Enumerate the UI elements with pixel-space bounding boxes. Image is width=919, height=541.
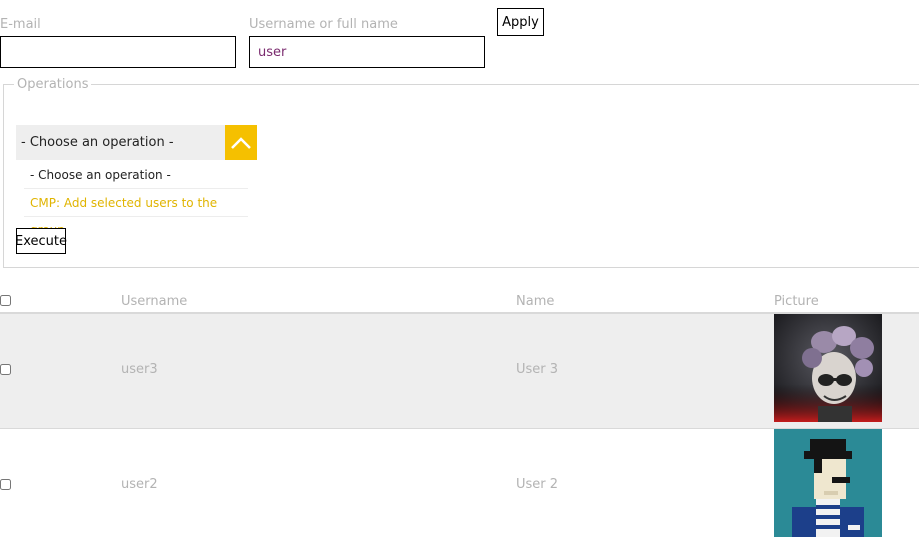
avatar-pixel-person-icon bbox=[774, 429, 882, 537]
row-username[interactable]: user2 bbox=[121, 477, 158, 492]
apply-button[interactable]: Apply bbox=[497, 8, 544, 36]
row-checkbox[interactable] bbox=[0, 479, 11, 490]
row-name: User 2 bbox=[516, 477, 559, 492]
username-field[interactable] bbox=[249, 36, 485, 68]
username-label: Username or full name bbox=[249, 17, 398, 32]
operations-legend: Operations bbox=[14, 77, 92, 93]
select-all-checkbox[interactable] bbox=[0, 295, 11, 306]
column-header-username[interactable]: Username bbox=[121, 294, 187, 309]
table-row[interactable]: user3 User 3 bbox=[0, 314, 919, 429]
chevron-up-icon[interactable] bbox=[225, 125, 257, 160]
operation-option-none[interactable]: - Choose an operation - bbox=[24, 162, 248, 189]
operation-option-add-to-group[interactable]: CMP: Add selected users to the group bbox=[24, 190, 248, 237]
row-name: User 3 bbox=[516, 362, 559, 377]
column-header-name[interactable]: Name bbox=[516, 294, 554, 309]
execute-button[interactable]: Execute bbox=[15, 228, 67, 254]
email-field[interactable] bbox=[0, 36, 236, 68]
email-label: E-mail bbox=[0, 17, 41, 32]
table-row[interactable]: user2 User 2 bbox=[0, 429, 919, 541]
avatar-masked-person-icon bbox=[774, 314, 882, 422]
operation-select[interactable]: - Choose an operation - bbox=[16, 125, 257, 160]
operation-select-value: - Choose an operation - bbox=[21, 135, 174, 150]
row-checkbox[interactable] bbox=[0, 364, 11, 375]
column-header-picture: Picture bbox=[774, 294, 819, 309]
row-username[interactable]: user3 bbox=[121, 362, 158, 377]
